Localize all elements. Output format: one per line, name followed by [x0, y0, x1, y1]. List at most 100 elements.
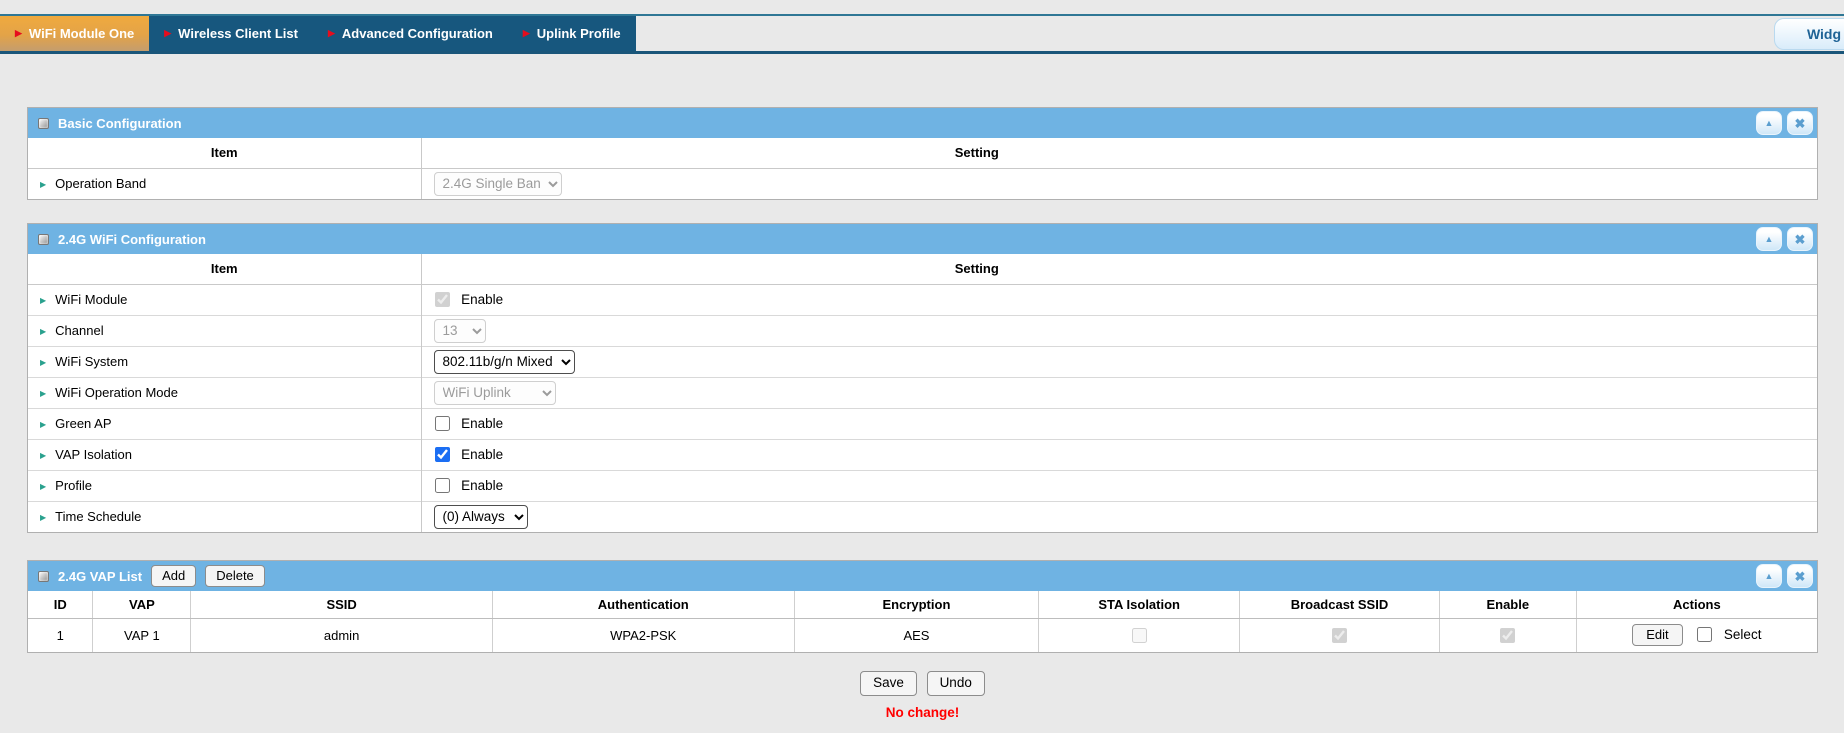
profile-enable-checkbox[interactable]: [435, 478, 450, 493]
channel-select: 13: [434, 319, 486, 343]
vap-enable-checkbox: [1500, 628, 1515, 643]
edit-button[interactable]: Edit: [1632, 624, 1682, 646]
row-bullet-icon: ▶: [40, 420, 46, 429]
tab-arrow-icon: ▶: [164, 29, 171, 38]
column-header-item: Item: [28, 138, 421, 168]
wifi-module-enable-checkbox: [435, 292, 450, 307]
wifi-configuration-table: Item Setting ▶ WiFi Module Enable ▶ Channe…: [28, 254, 1817, 532]
vap-list-table: ID VAP SSID Authentication Encryption ST…: [28, 591, 1817, 652]
row-label: Time Schedule: [55, 509, 141, 524]
row-label: WiFi Module: [55, 292, 127, 307]
vap-id-cell: 1: [28, 618, 93, 652]
add-button[interactable]: Add: [151, 565, 196, 587]
column-header-encryption: Encryption: [794, 591, 1039, 618]
row-wifi-module: ▶WiFi Module Enable: [28, 284, 1817, 315]
tab-arrow-icon: ▶: [328, 29, 335, 38]
time-schedule-select[interactable]: (0) Always: [434, 505, 528, 529]
checkbox-label: Enable: [461, 447, 503, 462]
section-title: Basic Configuration: [58, 116, 182, 131]
collapse-icon: ▲: [1765, 119, 1774, 128]
wifi-configuration-section: 2.4G WiFi Configuration ▲ ✖ Item Setting…: [27, 223, 1818, 533]
tab-wireless-client-list[interactable]: ▶ Wireless Client List: [149, 16, 313, 51]
column-header-setting: Setting: [421, 254, 1817, 284]
vap-isolation-enable-checkbox[interactable]: [435, 447, 450, 462]
collapse-button[interactable]: ▲: [1756, 564, 1782, 588]
row-channel: ▶ Channel 13: [28, 315, 1817, 346]
footer-actions: Save Undo: [27, 671, 1818, 696]
row-bullet-icon: ▶: [40, 482, 46, 491]
select-label: Select: [1724, 627, 1762, 642]
row-vap-isolation: ▶ VAP Isolation Enable: [28, 439, 1817, 470]
column-header-vap: VAP: [93, 591, 191, 618]
column-header-enable: Enable: [1439, 591, 1576, 618]
close-icon: ✖: [1795, 117, 1806, 130]
row-wifi-system: ▶ WiFi System 802.11b/g/n Mixed: [28, 346, 1817, 377]
tab-label: Advanced Configuration: [342, 26, 493, 41]
column-header-broadcast-ssid: Broadcast SSID: [1240, 591, 1440, 618]
collapse-button[interactable]: ▲: [1756, 111, 1782, 135]
row-operation-band: ▶ Operation Band 2.4G Single Band: [28, 168, 1817, 199]
vap-table-row: 1 VAP 1 admin WPA2-PSK AES Edit Select: [28, 618, 1817, 652]
close-button[interactable]: ✖: [1787, 227, 1813, 251]
column-header-ssid: SSID: [191, 591, 493, 618]
close-icon: ✖: [1795, 233, 1806, 246]
row-label: WiFi Operation Mode: [55, 385, 178, 400]
checkbox-label: Enable: [461, 416, 503, 431]
column-header-setting: Setting: [421, 138, 1817, 168]
sta-isolation-checkbox: [1132, 628, 1147, 643]
row-label: Profile: [55, 478, 92, 493]
row-bullet-icon: ▶: [40, 296, 46, 305]
wifi-system-select[interactable]: 802.11b/g/n Mixed: [434, 350, 575, 374]
vap-authentication-cell: WPA2-PSK: [492, 618, 794, 652]
undo-button[interactable]: Undo: [927, 671, 985, 696]
row-green-ap: ▶ Green AP Enable: [28, 408, 1817, 439]
wifi-configuration-header: 2.4G WiFi Configuration ▲ ✖: [28, 224, 1817, 254]
row-label: Operation Band: [55, 176, 146, 191]
basic-configuration-header: Basic Configuration ▲ ✖: [28, 108, 1817, 138]
row-wifi-operation-mode: ▶WiFi Operation Mode WiFi Uplink: [28, 377, 1817, 408]
tab-uplink-profile[interactable]: ▶ Uplink Profile: [508, 16, 636, 51]
basic-configuration-table: Item Setting ▶ Operation Band 2.4G Single…: [28, 138, 1817, 199]
section-panel-icon: [38, 118, 49, 129]
vap-list-section: 2.4G VAP List Add Delete ▲ ✖ ID VAP: [27, 560, 1818, 653]
operation-band-select: 2.4G Single Band: [434, 172, 562, 196]
section-title: 2.4G WiFi Configuration: [58, 232, 206, 247]
tab-advanced-configuration[interactable]: ▶ Advanced Configuration: [313, 16, 508, 51]
close-button[interactable]: ✖: [1787, 111, 1813, 135]
row-bullet-icon: ▶: [40, 327, 46, 336]
row-profile: ▶Profile Enable: [28, 470, 1817, 501]
tab-arrow-icon: ▶: [15, 29, 22, 38]
column-header-item: Item: [28, 254, 421, 284]
column-header-sta-isolation: STA Isolation: [1039, 591, 1240, 618]
row-bullet-icon: ▶: [40, 451, 46, 460]
row-label: WiFi System: [55, 354, 128, 369]
top-strip: [0, 0, 1844, 14]
status-message: No change!: [27, 705, 1818, 720]
row-bullet-icon: ▶: [40, 358, 46, 367]
row-label: VAP Isolation: [55, 447, 132, 462]
delete-button[interactable]: Delete: [205, 565, 265, 587]
vap-list-header: 2.4G VAP List Add Delete ▲ ✖: [28, 561, 1817, 591]
green-ap-enable-checkbox[interactable]: [435, 416, 450, 431]
row-time-schedule: ▶Time Schedule (0) Always: [28, 501, 1817, 532]
column-header-id: ID: [28, 591, 93, 618]
broadcast-ssid-checkbox: [1332, 628, 1347, 643]
vap-table-header-row: ID VAP SSID Authentication Encryption ST…: [28, 591, 1817, 618]
save-button[interactable]: Save: [860, 671, 917, 696]
vap-name-cell: VAP 1: [93, 618, 191, 652]
collapse-icon: ▲: [1765, 235, 1774, 244]
tab-wifi-module-one[interactable]: ▶ WiFi Module One: [0, 16, 149, 51]
select-checkbox[interactable]: [1697, 627, 1712, 642]
vap-ssid-cell: admin: [191, 618, 493, 652]
tab-arrow-icon: ▶: [523, 29, 530, 38]
tab-label: WiFi Module One: [29, 26, 134, 41]
collapse-button[interactable]: ▲: [1756, 227, 1782, 251]
close-button[interactable]: ✖: [1787, 564, 1813, 588]
row-bullet-icon: ▶: [40, 180, 46, 189]
row-bullet-icon: ▶: [40, 389, 46, 398]
widget-button[interactable]: Widg: [1774, 18, 1844, 50]
row-label: Green AP: [55, 416, 111, 431]
collapse-icon: ▲: [1765, 572, 1774, 581]
row-label: Channel: [55, 323, 103, 338]
tab-bar: ▶ WiFi Module One ▶ Wireless Client List…: [0, 14, 1844, 54]
